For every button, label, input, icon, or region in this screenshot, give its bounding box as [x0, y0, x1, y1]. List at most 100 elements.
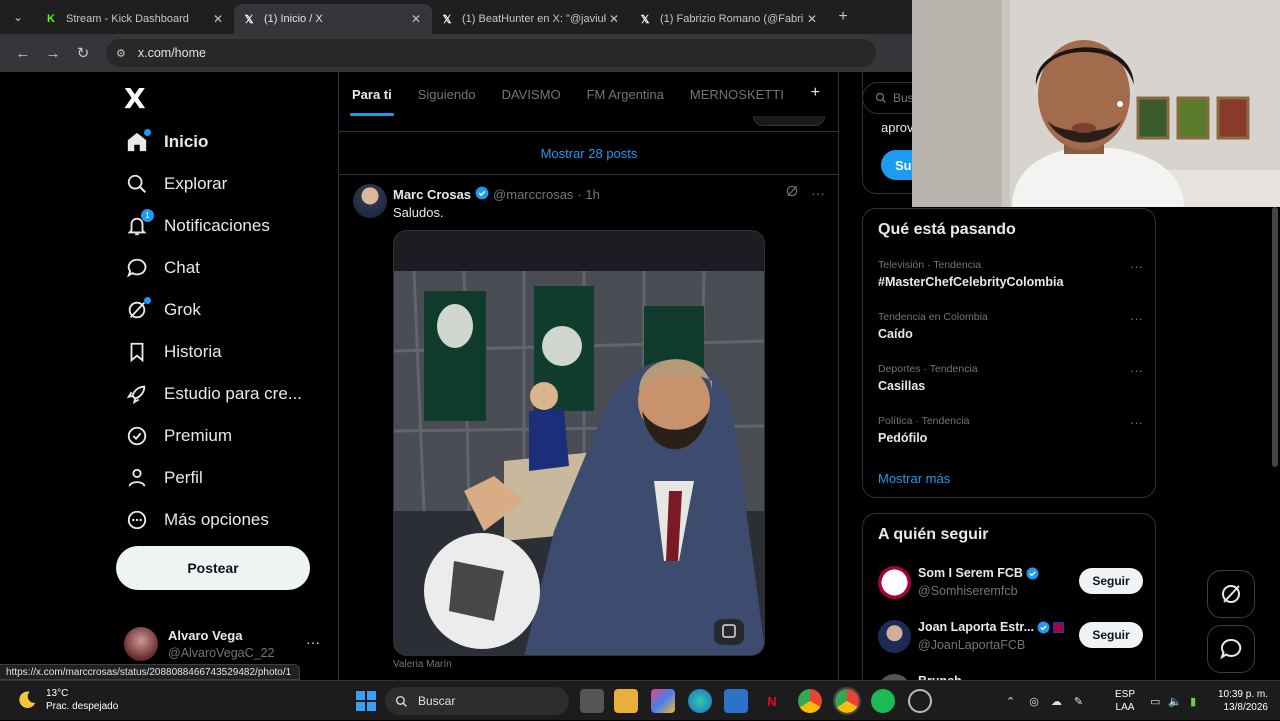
- site-settings-icon[interactable]: ⚙: [116, 47, 126, 60]
- tab-siguiendo[interactable]: Siguiendo: [405, 72, 489, 116]
- grok-icon[interactable]: [785, 184, 799, 201]
- x-logo-icon[interactable]: X: [124, 82, 146, 115]
- sidebar-item-label: Historia: [164, 342, 222, 361]
- verified-icon: [475, 186, 489, 203]
- store-icon[interactable]: [724, 689, 748, 713]
- follow-button[interactable]: Seguir: [1079, 622, 1143, 648]
- trend-meta: Televisión · Tendencia: [878, 259, 982, 271]
- link-hover-status: https://x.com/marccrosas/status/20880884…: [0, 664, 300, 680]
- follow-button[interactable]: Seguir: [1079, 568, 1143, 594]
- tweet-author-name[interactable]: Marc Crosas: [393, 187, 471, 202]
- cloud-icon[interactable]: ☁: [1051, 695, 1062, 708]
- browser-tab-beathunter[interactable]: 𝕏 (1) BeatHunter en X: "@javiukn ✕: [432, 4, 630, 34]
- chat-icon: [126, 257, 148, 279]
- sidebar-item-premium[interactable]: Premium: [126, 418, 232, 454]
- language-indicator[interactable]: ESP LAA: [1110, 688, 1140, 714]
- show-new-posts-button[interactable]: Mostrar 28 posts: [339, 133, 838, 175]
- sidebar-item-grok[interactable]: Grok: [126, 292, 201, 328]
- new-tab-button[interactable]: +: [828, 8, 858, 26]
- network-icon[interactable]: ▭: [1150, 695, 1160, 708]
- app-icon[interactable]: [908, 689, 932, 713]
- sidebar-item-label: Explorar: [164, 174, 228, 193]
- close-tab-icon[interactable]: ✕: [804, 12, 820, 26]
- trend-item[interactable]: Política · Tendencia Pedófilo ···: [878, 415, 1143, 445]
- close-tab-icon[interactable]: ✕: [210, 12, 226, 26]
- trend-item[interactable]: Deportes · Tendencia Casillas ···: [878, 363, 1143, 393]
- forward-arrow-icon[interactable]: →: [38, 45, 68, 62]
- tab-fm-argentina[interactable]: FM Argentina: [574, 72, 677, 116]
- chrome-active-icon[interactable]: [833, 687, 861, 715]
- keyboard-layout: LAA: [1115, 702, 1135, 713]
- sidebar-item-inicio[interactable]: Inicio: [126, 124, 208, 160]
- windows-start-icon[interactable]: [354, 689, 378, 713]
- taskbar-clock[interactable]: 10:39 p. m. 13/8/2026: [1212, 688, 1268, 714]
- reload-icon[interactable]: ↻: [68, 44, 98, 62]
- notification-count-badge: 1: [141, 209, 154, 222]
- tweet-photo[interactable]: [393, 230, 765, 656]
- taskbar-search[interactable]: Buscar: [385, 687, 569, 715]
- more-icon[interactable]: ···: [1130, 363, 1143, 378]
- avatar[interactable]: [353, 184, 387, 218]
- edge-icon[interactable]: [688, 689, 712, 713]
- tweet[interactable]: Marc Crosas @marccrosas · 1h ··· Saludos…: [339, 176, 838, 680]
- trend-item[interactable]: Tendencia en Colombia Caído ···: [878, 311, 1143, 341]
- sidebar-item-historia[interactable]: Historia: [126, 334, 222, 370]
- trend-meta: Política · Tendencia: [878, 415, 970, 427]
- tab-search-menu-icon[interactable]: ⌄: [0, 0, 36, 34]
- copilot-icon[interactable]: [651, 689, 675, 713]
- tab-mernosketti[interactable]: MERNOSKETTI: [677, 72, 797, 116]
- tray-app-icon[interactable]: ◎: [1029, 695, 1039, 708]
- back-arrow-icon[interactable]: ←: [8, 45, 38, 62]
- chevron-up-icon[interactable]: ⌃: [1006, 695, 1015, 708]
- more-icon[interactable]: ···: [1130, 415, 1143, 430]
- task-view-icon[interactable]: [580, 689, 604, 713]
- trend-item[interactable]: Televisión · Tendencia #MasterChefCelebr…: [878, 259, 1143, 289]
- page-scrollbar[interactable]: [1270, 207, 1280, 680]
- post-button[interactable]: Postear: [116, 546, 310, 590]
- browser-tab-kick[interactable]: K Stream - Kick Dashboard ✕: [36, 4, 234, 34]
- battery-icon[interactable]: ▮: [1190, 695, 1196, 708]
- tab-davismo[interactable]: DAVISMO: [489, 72, 574, 116]
- messages-floating-button[interactable]: [1207, 625, 1255, 673]
- scrollbar-thumb[interactable]: [1272, 207, 1278, 467]
- photo-credit: Valeria Marín: [393, 659, 452, 670]
- account-switcher[interactable]: Alvaro Vega @AlvaroVegaC_22 ···: [124, 624, 334, 664]
- chrome-icon[interactable]: [798, 689, 822, 713]
- sidebar-item-estudio[interactable]: Estudio para cre...: [126, 376, 302, 412]
- browser-tab-x-home[interactable]: 𝕏 (1) Inicio / X ✕: [234, 4, 432, 34]
- netflix-icon[interactable]: N: [760, 689, 784, 713]
- tweet-author-handle[interactable]: @marccrosas: [493, 187, 573, 202]
- sidebar-item-explorar[interactable]: Explorar: [126, 166, 227, 202]
- more-icon[interactable]: ···: [306, 634, 320, 650]
- volume-icon[interactable]: 🔈: [1168, 695, 1182, 708]
- more-icon[interactable]: ···: [1130, 259, 1143, 274]
- add-tab-icon[interactable]: +: [811, 84, 820, 102]
- close-tab-icon[interactable]: ✕: [408, 12, 424, 26]
- weather-widget[interactable]: 13°C Prac. despejado: [16, 687, 118, 713]
- pen-icon[interactable]: ✎: [1074, 695, 1083, 708]
- address-bar[interactable]: ⚙ x.com/home: [106, 39, 876, 67]
- sidebar-item-mas-opciones[interactable]: Más opciones: [126, 502, 269, 538]
- tweet-timestamp[interactable]: · 1h: [577, 187, 599, 202]
- more-icon[interactable]: ···: [1130, 311, 1143, 326]
- composer-post-pill[interactable]: [753, 116, 825, 126]
- sidebar-item-notificaciones[interactable]: 1 Notificaciones: [126, 208, 270, 244]
- browser-tab-fabrizio[interactable]: 𝕏 (1) Fabrizio Romano (@Fabrizio ✕: [630, 4, 828, 34]
- more-icon[interactable]: ···: [811, 185, 825, 201]
- sidebar-item-perfil[interactable]: Perfil: [126, 460, 203, 496]
- spotify-icon[interactable]: [871, 689, 895, 713]
- tweet-actions: ···: [785, 184, 825, 201]
- browser-tabbar: ⌄ K Stream - Kick Dashboard ✕ 𝕏 (1) Inic…: [0, 0, 912, 34]
- tab-para-ti[interactable]: Para ti: [339, 72, 405, 116]
- home-icon: [126, 129, 151, 153]
- sidebar-item-chat[interactable]: Chat: [126, 250, 200, 286]
- close-tab-icon[interactable]: ✕: [606, 12, 622, 26]
- tweet-header: Marc Crosas @marccrosas · 1h: [393, 186, 600, 203]
- file-explorer-icon[interactable]: [614, 689, 638, 713]
- account-handle: @AlvaroVegaC_22: [168, 646, 275, 660]
- show-more-link[interactable]: Mostrar más: [878, 471, 950, 486]
- grok-floating-button[interactable]: [1207, 570, 1255, 618]
- follow-suggestion[interactable]: Joan Laporta Estr... @JoanLaportaFCB Seg…: [878, 618, 1143, 658]
- follow-suggestion[interactable]: Som I Serem FCB @Somhiseremfcb Seguir: [878, 564, 1143, 604]
- trending-title: Qué está pasando: [878, 221, 1016, 238]
